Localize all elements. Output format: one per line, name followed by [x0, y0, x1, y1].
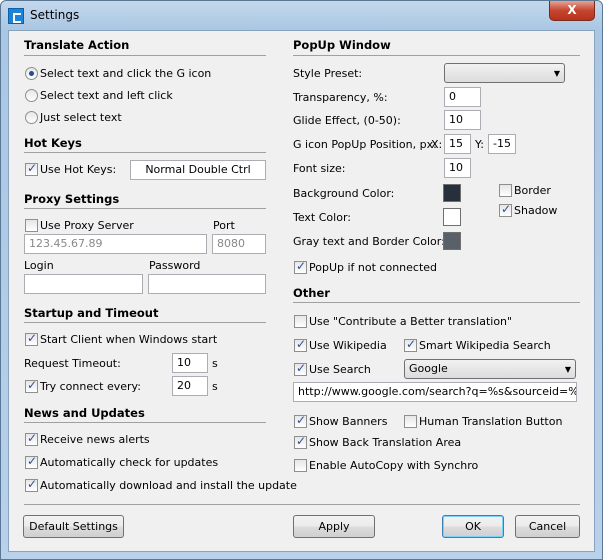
timeout-label: Request Timeout: — [24, 357, 121, 370]
auto-install-label: Automatically download and install the u… — [40, 479, 297, 492]
divider — [24, 208, 266, 209]
radio-click-g-icon[interactable] — [25, 67, 38, 80]
proxy-heading: Proxy Settings — [24, 192, 120, 206]
contribute-checkbox[interactable] — [294, 315, 307, 328]
divider — [24, 152, 266, 153]
wikipedia-checkbox[interactable] — [294, 337, 307, 352]
wikipedia-label: Use Wikipedia — [309, 339, 387, 352]
transparency-label: Transparency, %: — [293, 91, 388, 104]
transparency-input[interactable]: 0 — [444, 87, 481, 107]
news-heading: News and Updates — [24, 406, 145, 420]
radio-left-click[interactable] — [25, 89, 38, 102]
autocopy-label: Enable AutoCopy with Synchro — [309, 459, 479, 472]
contribute-label: Use "Contribute a Better translation" — [309, 315, 513, 328]
use-proxy-label: Use Proxy Server — [40, 219, 134, 232]
border-checkbox[interactable] — [499, 184, 512, 197]
radio-label: Select text and left click — [40, 89, 173, 102]
divider — [24, 422, 266, 423]
y-label: Y: — [475, 138, 484, 151]
popup-heading: PopUp Window — [293, 38, 391, 52]
proxy-address-input[interactable]: 123.45.67.89 — [24, 234, 207, 254]
search-engine-dropdown[interactable]: Google — [404, 359, 576, 379]
ok-button[interactable]: OK — [442, 515, 504, 538]
cancel-button[interactable]: Cancel — [515, 515, 580, 538]
border-label: Border — [514, 184, 551, 197]
timeout-input[interactable]: 10 — [172, 353, 208, 373]
autocopy-checkbox[interactable] — [294, 459, 307, 472]
news-alerts-checkbox[interactable] — [25, 431, 38, 446]
radio-label: Select text and click the G icon — [40, 67, 212, 80]
font-size-label: Font size: — [293, 162, 346, 175]
gray-color-label: Gray text and Border Color: — [293, 235, 445, 248]
divider — [293, 55, 580, 56]
unit-label: s — [212, 357, 218, 370]
check-updates-label: Automatically check for updates — [40, 456, 219, 469]
window-title: Settings — [30, 8, 80, 22]
human-translation-label: Human Translation Button — [419, 415, 563, 428]
smart-wiki-label: Smart Wikipedia Search — [419, 339, 551, 352]
radio-just-select[interactable] — [25, 111, 38, 124]
search-url-input[interactable]: http://www.google.com/search?q=%s&source… — [293, 382, 577, 402]
gray-color-swatch[interactable] — [443, 232, 461, 250]
x-label: X: — [431, 138, 443, 151]
login-label: Login — [24, 259, 54, 272]
password-input[interactable] — [148, 274, 266, 294]
text-color-swatch[interactable] — [443, 208, 461, 226]
text-color-label: Text Color: — [293, 211, 351, 224]
shadow-checkbox[interactable] — [499, 202, 512, 217]
use-hotkeys-label: Use Hot Keys: — [40, 163, 117, 176]
password-label: Password — [149, 259, 201, 272]
news-alerts-label: Receive news alerts — [40, 433, 150, 446]
startup-heading: Startup and Timeout — [24, 306, 159, 320]
divider — [293, 302, 580, 303]
other-heading: Other — [293, 286, 330, 300]
close-button[interactable]: X — [549, 1, 595, 21]
position-y-input[interactable]: -15 — [488, 134, 516, 154]
app-icon — [8, 8, 24, 24]
banners-label: Show Banners — [309, 415, 388, 428]
start-with-windows-checkbox[interactable] — [25, 331, 38, 346]
try-connect-label: Try connect every: — [40, 380, 141, 393]
bg-color-swatch[interactable] — [443, 184, 461, 202]
apply-button[interactable]: Apply — [293, 515, 375, 538]
unit-label: s — [212, 380, 218, 393]
popup-not-connected-checkbox[interactable] — [294, 259, 307, 274]
glide-input[interactable]: 10 — [444, 110, 481, 130]
hotkeys-heading: Hot Keys — [24, 136, 82, 150]
auto-install-checkbox[interactable] — [25, 477, 38, 492]
human-translation-checkbox[interactable] — [404, 415, 417, 428]
use-search-label: Use Search — [309, 363, 371, 376]
glide-label: Glide Effect, (0-50): — [293, 114, 401, 127]
hotkey-field[interactable]: Normal Double Ctrl — [130, 160, 266, 180]
use-hotkeys-checkbox[interactable] — [25, 161, 38, 176]
font-size-input[interactable]: 10 — [444, 158, 471, 178]
position-x-input[interactable]: 15 — [444, 134, 471, 154]
login-input[interactable] — [24, 274, 143, 294]
back-translation-label: Show Back Translation Area — [309, 436, 462, 449]
try-connect-input[interactable]: 20 — [172, 376, 208, 396]
bg-color-label: Background Color: — [293, 187, 395, 200]
use-search-checkbox[interactable] — [294, 361, 307, 376]
port-label: Port — [213, 219, 235, 232]
start-with-windows-label: Start Client when Windows start — [40, 333, 218, 346]
back-translation-checkbox[interactable] — [294, 434, 307, 449]
style-preset-dropdown[interactable] — [444, 63, 565, 83]
proxy-port-input[interactable]: 8080 — [212, 234, 266, 254]
try-connect-checkbox[interactable] — [25, 378, 38, 393]
check-updates-checkbox[interactable] — [25, 454, 38, 469]
use-proxy-checkbox[interactable] — [25, 219, 38, 232]
shadow-label: Shadow — [514, 204, 558, 217]
divider — [24, 504, 580, 505]
translate-heading: Translate Action — [24, 38, 130, 52]
position-label: G icon PopUp Position, px: — [293, 138, 437, 151]
popup-not-connected-label: PopUp if not connected — [309, 261, 438, 274]
divider — [24, 322, 266, 323]
default-settings-button[interactable]: Default Settings — [23, 515, 124, 538]
style-preset-label: Style Preset: — [293, 67, 363, 80]
banners-checkbox[interactable] — [294, 413, 307, 428]
title-bar: Settings X — [1, 1, 602, 31]
divider — [24, 55, 266, 56]
radio-label: Just select text — [40, 111, 122, 124]
smart-wiki-checkbox[interactable] — [404, 337, 417, 352]
